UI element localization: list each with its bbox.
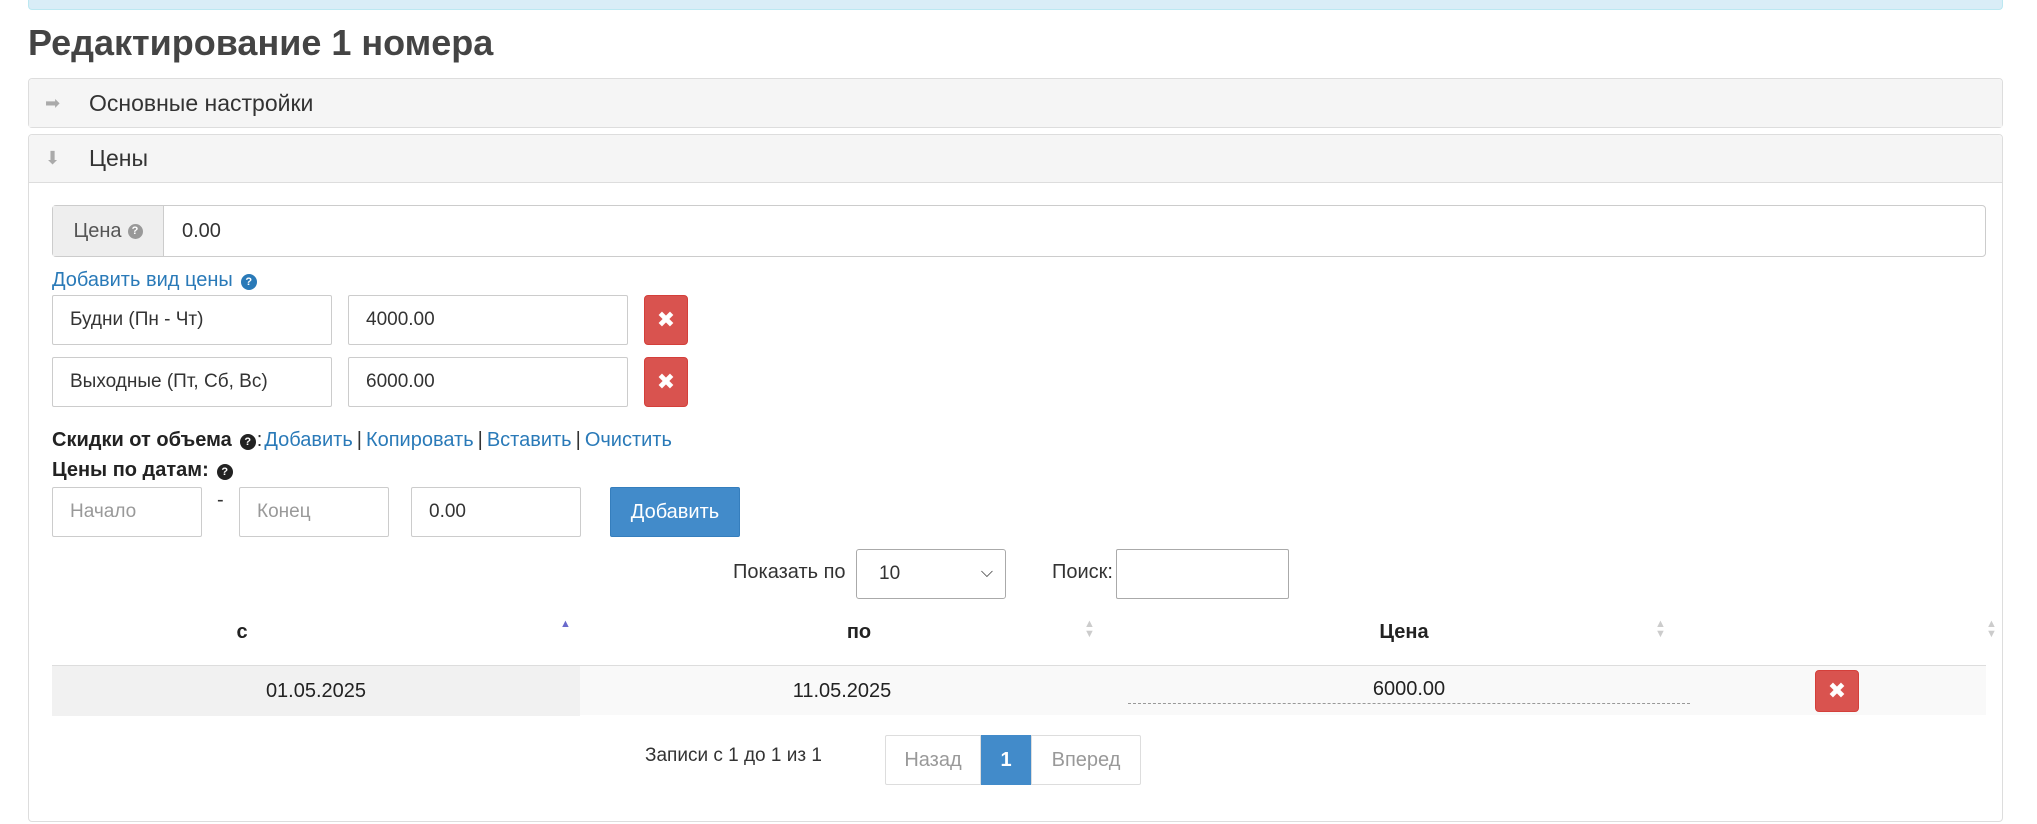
link-separator: |	[356, 429, 362, 451]
volume-discounts-paste-link[interactable]: Вставить	[487, 429, 572, 451]
question-circle-icon[interactable]: ?	[216, 463, 233, 480]
panel-main-settings-heading[interactable]: ➡ Основные настройки	[29, 79, 2002, 127]
price-type-value-input[interactable]	[348, 295, 628, 345]
remove-price-type-button[interactable]: ✖	[644, 357, 688, 407]
add-price-type-row: Добавить вид цены?	[52, 269, 257, 292]
show-per-page-label: Показать по	[733, 561, 846, 583]
sort-both-icon[interactable]: ▲ ▼	[1986, 619, 1997, 640]
price-input-group: Цена ?	[52, 205, 1986, 257]
page-title: Редактирование 1 номера	[28, 22, 494, 63]
search-input[interactable]	[1116, 549, 1289, 599]
pagination-next[interactable]: Вперед	[1031, 735, 1141, 785]
price-input[interactable]	[164, 206, 1985, 256]
question-circle-icon[interactable]: ?	[127, 223, 143, 239]
chevron-down-icon: ⌵	[980, 564, 993, 581]
sort-both-icon[interactable]: ▲ ▼	[1655, 619, 1666, 640]
date-price-input[interactable]	[411, 487, 581, 537]
cell-price-value[interactable]: 6000.00	[1128, 678, 1690, 704]
volume-discounts-add-link[interactable]: Добавить	[264, 429, 352, 451]
panel-prices-title: Цены	[89, 145, 149, 171]
date-range-dash: -	[217, 489, 224, 511]
panel-main-settings-title: Основные настройки	[89, 89, 314, 116]
question-circle-icon[interactable]: ?	[240, 273, 257, 290]
cell-to: 11.05.2025	[792, 679, 892, 702]
volume-discounts-clear-link[interactable]: Очистить	[585, 429, 672, 451]
date-prices-row: Цены по датам:?	[52, 459, 233, 482]
column-header-actions	[1699, 607, 1959, 657]
times-icon: ✖	[656, 369, 676, 395]
column-header-from[interactable]: с	[52, 607, 432, 657]
page-size-select[interactable]: 10 ⌵	[856, 549, 1006, 599]
column-header-price[interactable]: Цена	[1129, 607, 1679, 657]
add-price-type-link[interactable]: Добавить вид цены	[52, 269, 233, 291]
search-label: Поиск:	[1052, 561, 1113, 583]
date-start-input[interactable]	[52, 487, 202, 537]
price-type-name-input[interactable]	[52, 357, 332, 407]
sort-both-icon[interactable]: ▲ ▼	[1084, 619, 1095, 640]
sort-asc-icon[interactable]: ▲	[560, 619, 571, 630]
times-icon: ✖	[656, 307, 676, 333]
arrow-down-icon: ⬇	[45, 148, 61, 168]
remove-price-type-button[interactable]: ✖	[644, 295, 688, 345]
price-type-value-input[interactable]	[348, 357, 628, 407]
price-label-text: Цена	[73, 219, 122, 242]
cell-price[interactable]: 6000.00	[1128, 666, 1690, 716]
volume-discounts-copy-link[interactable]: Копировать	[366, 429, 474, 451]
link-separator: |	[575, 429, 581, 451]
volume-discounts-colon: :	[256, 429, 263, 451]
add-date-price-button[interactable]: Добавить	[610, 487, 740, 537]
panel-prices-heading[interactable]: ⬇ Цены	[29, 135, 2002, 183]
remove-row-button[interactable]: ✖	[1815, 670, 1859, 712]
question-circle-icon[interactable]: ?	[239, 433, 256, 450]
table-row: 01.05.2025 11.05.2025 6000.00 ✖	[52, 665, 1986, 716]
panel-main-settings: ➡ Основные настройки	[28, 78, 2003, 128]
pagination: Назад 1 Вперед	[885, 735, 1141, 785]
date-end-input[interactable]	[239, 487, 389, 537]
column-header-to[interactable]: по	[609, 607, 1109, 657]
date-prices-label: Цены по датам:	[52, 459, 209, 481]
top-alert-bar	[28, 0, 2003, 10]
cell-from: 01.05.2025	[52, 666, 580, 716]
price-label: Цена ?	[53, 206, 164, 256]
pagination-page-1[interactable]: 1	[981, 735, 1031, 785]
pagination-info: Записи с 1 до 1 из 1	[645, 745, 822, 766]
link-separator: |	[477, 429, 483, 451]
price-type-name-input[interactable]	[52, 295, 332, 345]
volume-discounts-row: Скидки от объема?: Добавить | Копировать | Вс…	[52, 429, 672, 452]
arrow-right-icon: ➡	[45, 92, 61, 113]
times-icon: ✖	[1827, 678, 1847, 704]
volume-discounts-label: Скидки от объема	[52, 429, 232, 451]
pagination-prev[interactable]: Назад	[885, 735, 981, 785]
panel-prices: ⬇ Цены Цена ? Добавить вид цены? ✖ ✖ Ски…	[28, 134, 2003, 822]
page-size-value: 10	[879, 563, 901, 584]
